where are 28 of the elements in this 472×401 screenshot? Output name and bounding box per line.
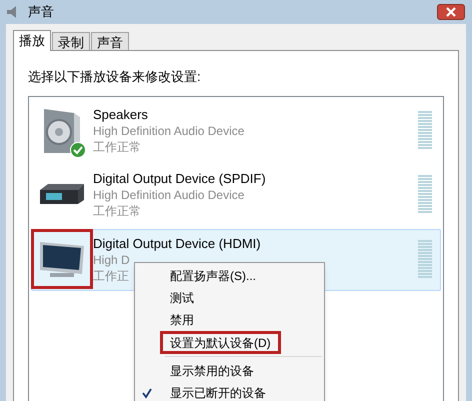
menu-item[interactable]: 禁用 [160, 311, 204, 329]
tab[interactable]: 录制 [52, 32, 90, 50]
device-description: High D [93, 252, 130, 268]
menu-item[interactable]: 显示已断开的设备 [160, 384, 276, 401]
menu-item[interactable]: 显示禁用的设备 [160, 362, 264, 380]
tab[interactable]: 声音 [91, 32, 129, 50]
level-meter-icon [418, 174, 432, 214]
device-status: 工作正常 [93, 138, 141, 154]
window-title: 声音 [28, 3, 54, 22]
level-meter-icon [418, 110, 432, 150]
device-name: Speakers [93, 106, 148, 122]
device-name: Digital Output Device (SPDIF) [93, 170, 266, 186]
menu-item[interactable]: 测试 [160, 289, 204, 307]
device-description: High Definition Audio Device [93, 122, 244, 138]
device-status: 工作正 [93, 268, 129, 284]
menu-item[interactable]: 配置扬声器(S)... [160, 267, 266, 285]
device-name: Digital Output Device (HDMI) [93, 236, 261, 252]
instruction-text: 选择以下播放设备来修改设置: [28, 68, 202, 86]
menu-item[interactable]: 设置为默认设备(D) [160, 330, 281, 354]
device-row[interactable]: Digital Output Device (SPDIF) High Definition Audio Device 工作正常 [31, 162, 441, 226]
device-description: High Definition Audio Device [93, 186, 244, 202]
level-meter-icon [418, 240, 432, 280]
close-button[interactable] [437, 4, 465, 20]
monitor-icon [38, 240, 86, 280]
close-icon [446, 7, 456, 17]
device-row[interactable]: Speakers High Definition Audio Device 工作正常 [31, 98, 441, 162]
tab[interactable]: 播放 [13, 30, 51, 51]
device-status: 工作正常 [93, 202, 141, 218]
